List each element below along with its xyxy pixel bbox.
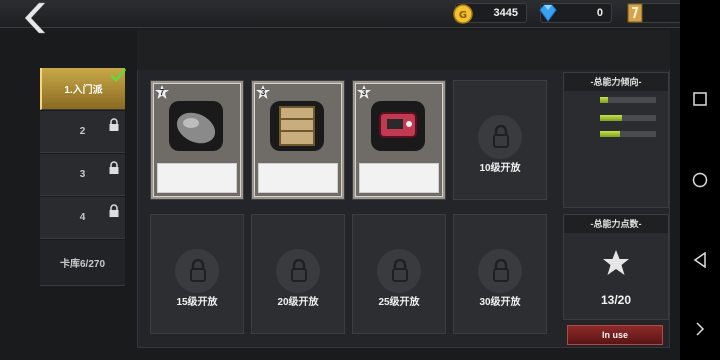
checkmark-icon [109,68,127,83]
diamond-counter: 0 [539,3,612,23]
unlock-level-text: 10级开放 [479,163,521,174]
tab-label: 1.入门派 [64,85,103,96]
diamond-value: 0 [596,7,603,19]
tab-label: 3 [79,169,86,180]
tab-deck-2[interactable]: 2 [40,111,125,153]
rank-badge-icon [627,3,643,23]
points-value: 13/20 [600,293,632,307]
lock-icon [109,118,119,131]
tab-deck-3[interactable]: 3 [40,154,125,196]
device-icon [371,101,425,151]
card-label-area [359,163,439,193]
circle-icon[interactable] [692,172,708,188]
square-icon[interactable] [693,92,707,106]
tendency-title: -总能力倾向- [564,73,668,91]
stone-icon [169,101,223,151]
tendency-bar-fill [600,115,623,121]
points-title: -总能力点数- [564,215,668,233]
chevron-right-icon[interactable] [695,322,705,336]
gold-value: 3445 [493,7,518,19]
locked-slot: 15级开放 [150,214,244,334]
chevron-left-icon [24,2,46,34]
locked-slot: 10级开放 [453,80,547,200]
unlock-level-text: 20级开放 [277,297,319,308]
tendency-bar [600,115,656,121]
triangle-back-icon[interactable] [693,252,707,268]
locked-slot: 25级开放 [352,214,446,334]
panel-header [137,30,670,70]
deck-tabs: 1.入门派 2 3 4 卡库6/270 [40,68,127,290]
tab-label: 4 [79,212,86,223]
svg-text:G: G [459,10,467,21]
equipped-card[interactable]: 3 [252,81,344,199]
diamond-icon [539,4,557,22]
back-button[interactable] [18,0,58,36]
equipped-card[interactable]: 3 [353,81,445,199]
ability-tendency-panel: -总能力倾向- [563,72,669,208]
in-use-label: In use [601,330,628,340]
system-nav-bar [680,0,720,360]
card-label-area [258,163,338,193]
gold-counter: G 3445 [453,3,527,24]
lock-icon [291,259,307,282]
star-icon [603,250,629,275]
ability-points-panel: -总能力点数- 13/20 [563,214,669,320]
lock-icon [493,125,509,148]
card-library-label: 卡库6/270 [59,259,106,270]
lock-icon [109,204,119,217]
tendency-bar [600,97,656,103]
card-label-area [157,163,237,193]
lock-icon [190,259,206,282]
card-slot[interactable]: 7 [150,80,244,200]
tendency-bar-fill [600,97,609,103]
tab-deck-1[interactable]: 1.入门派 [40,68,127,110]
tab-label: 2 [79,126,86,137]
unlock-level-text: 15级开放 [176,297,218,308]
card-library-button[interactable]: 卡库6/270 [40,240,125,286]
tendency-bar [600,131,656,137]
card-slot[interactable]: 3 [352,80,446,200]
lock-icon [392,259,408,282]
tendency-bar-fill [600,131,620,137]
card-slot[interactable]: 3 [251,80,345,200]
unlock-level-text: 30级开放 [479,297,521,308]
gold-coin-icon: G [453,4,473,24]
in-use-button[interactable]: In use [567,325,663,345]
lock-icon [109,161,119,174]
locked-slot: 20级开放 [251,214,345,334]
locked-slot: 30级开放 [453,214,547,334]
unlock-level-text: 25级开放 [378,297,420,308]
crate-icon [270,101,324,151]
equipped-card[interactable]: 7 [151,81,243,199]
tab-deck-4[interactable]: 4 [40,197,125,239]
lock-icon [493,259,509,282]
